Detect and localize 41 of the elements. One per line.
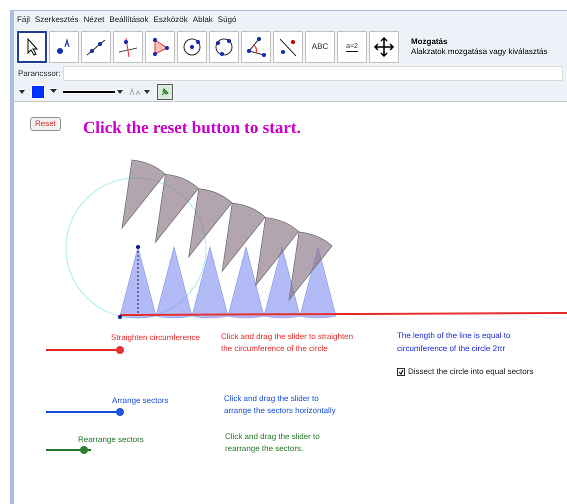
move-arrows-icon — [373, 36, 395, 58]
caret-icon[interactable] — [18, 88, 26, 94]
menu-item[interactable]: Szerkesztés — [34, 14, 78, 26]
font-size-icon[interactable] — [129, 88, 151, 96]
angle-icon — [245, 36, 267, 58]
instruction-text: Click and drag the slider to rearrange the sectors. — [225, 431, 320, 455]
menu-item[interactable]: Eszközök — [154, 14, 188, 26]
instruction-text: Click and drag the slider to straighten the circumference of the circle — [221, 331, 354, 355]
tool-description: Alakzatok mozgatása vagy kiválasztás — [411, 47, 548, 57]
slider-handle[interactable] — [116, 346, 124, 354]
tool-button[interactable] — [17, 31, 47, 63]
menu-item[interactable]: Nézet — [83, 14, 104, 26]
pin-icon — [160, 86, 170, 96]
pin-button[interactable] — [157, 84, 173, 100]
slider-handle[interactable] — [80, 446, 88, 454]
menu-item[interactable]: Fájl — [17, 14, 30, 26]
instruction-text: Click and drag the slider to arrange the sectors horizontally — [224, 393, 336, 417]
tool-button[interactable]: ABC — [305, 31, 335, 63]
check-icon — [398, 369, 404, 375]
tool-title: Mozgatás — [411, 37, 448, 47]
command-label: Parancssor: — [18, 68, 61, 80]
perpendicular-lines-icon — [117, 36, 139, 58]
reflect-icon — [277, 36, 299, 58]
reset-button[interactable]: Reset — [30, 117, 61, 131]
menu-item[interactable]: Ablak — [192, 14, 213, 26]
checkbox[interactable] — [397, 368, 405, 376]
slider-label: Straighten circumference — [111, 332, 200, 344]
circle-through-points-icon — [213, 36, 235, 58]
heading: Click the reset button to start. — [83, 117, 301, 139]
note-text: The length of the line is equal to circumference of the circle 2πr — [397, 330, 510, 355]
slider-handle[interactable] — [116, 408, 124, 416]
menu-item[interactable]: Beállítások — [109, 14, 149, 26]
line-style-icon[interactable] — [63, 88, 123, 94]
slider-track[interactable] — [46, 446, 91, 454]
color-swatch[interactable] — [32, 86, 44, 98]
circle-icon — [181, 36, 203, 58]
command-input[interactable] — [62, 66, 563, 81]
slider-label: Arrange sectors — [112, 395, 168, 407]
caret-icon[interactable] — [50, 89, 57, 94]
slider-label: Rearrange sectors — [78, 434, 144, 446]
menu-item[interactable]: Súgó — [218, 14, 236, 26]
